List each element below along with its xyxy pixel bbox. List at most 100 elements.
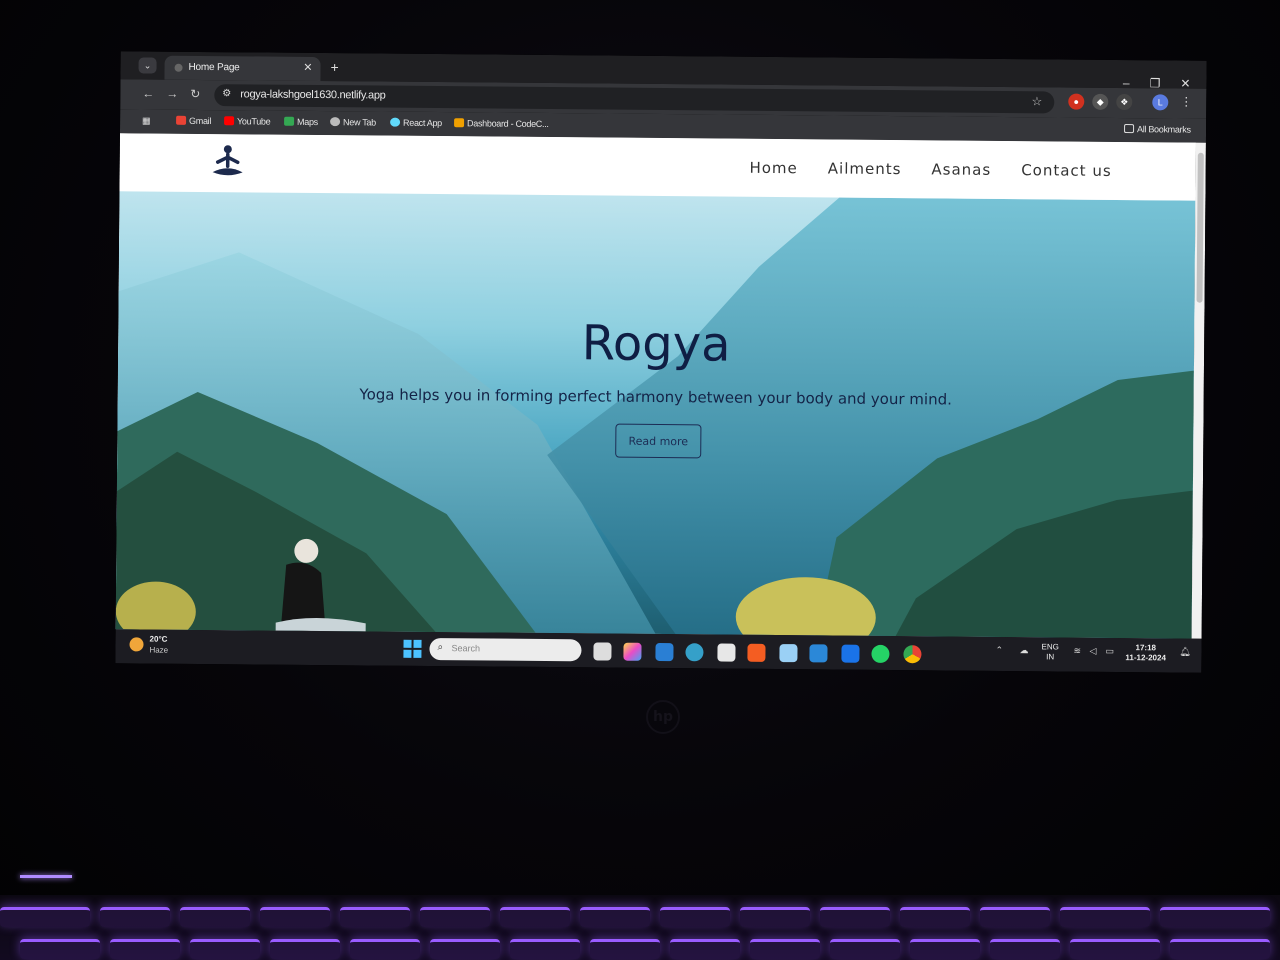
key [110,939,180,959]
key [270,939,340,959]
weather-temperature: 20°C [149,634,168,644]
search-icon: ⌕ [437,642,444,654]
nav-asanas[interactable]: Asanas [931,160,991,179]
browser-menu-icon[interactable]: ⋮ [1180,95,1192,109]
key [500,907,570,927]
address-bar[interactable]: ⚙ rogya-lakshgoel1630.netlify.app ☆ [214,84,1055,114]
key [990,939,1060,959]
chrome-taskbar-icon[interactable] [903,645,922,664]
youtube-icon [224,116,235,126]
codechef-icon [454,118,465,128]
wifi-icon[interactable]: ≋ [1073,646,1081,657]
status-led [20,875,72,878]
volume-icon[interactable]: ◁ [1089,646,1096,657]
copilot-icon[interactable] [623,642,642,661]
bookmark-maps[interactable]: Maps [284,116,318,127]
forward-icon[interactable]: → [166,87,178,101]
tab-home-page[interactable]: Home Page ✕ [164,55,321,82]
close-tab-icon[interactable]: ✕ [303,61,312,74]
key [260,907,330,927]
meditation-logo-icon[interactable] [208,142,248,182]
extension-icon[interactable]: ● [1068,93,1085,110]
reload-icon[interactable]: ↻ [190,87,200,101]
key [740,907,810,927]
apps-grid-icon[interactable]: ▦ [142,115,150,126]
key [190,939,260,959]
notification-bell-icon[interactable]: 🔔︎ [1179,647,1191,658]
key [430,939,500,959]
backlit-keyboard [0,895,1280,960]
mountain-background [115,197,1196,639]
key [1160,907,1270,927]
nav-home[interactable]: Home [749,159,797,177]
edge-icon[interactable] [685,643,704,662]
store-icon[interactable] [717,643,736,662]
calendar-app-icon[interactable] [841,644,860,663]
key [0,907,90,927]
key [350,939,420,959]
bookmark-star-icon[interactable]: ☆ [1031,94,1042,108]
nav-contact-us[interactable]: Contact us [1021,161,1112,180]
profile-avatar-icon[interactable]: L [1152,94,1169,111]
back-icon[interactable]: ← [142,86,154,100]
gmail-icon [176,115,187,125]
key [100,907,170,927]
shield-extension-icon[interactable]: ◆ [1092,93,1109,110]
region-code: IN [1046,652,1055,662]
bookmark-label: Dashboard - CodeC... [467,118,549,130]
key [340,907,410,927]
site-info-icon[interactable]: ⚙ [222,88,231,99]
language-code: ENG [1041,642,1059,652]
key [660,907,730,927]
vpn-icon[interactable] [779,644,798,663]
chrome-icon [330,117,341,127]
bookmark-dashboard[interactable]: Dashboard - CodeC... [454,118,549,129]
key [510,939,580,959]
read-more-button[interactable]: Read more [615,423,702,459]
nav-ailments[interactable]: Ailments [828,159,902,178]
scroll-thumb[interactable] [1196,152,1204,303]
brave-icon[interactable] [747,643,766,662]
battery-icon[interactable]: ▭ [1105,646,1114,657]
webpage: Home Ailments Asanas Contact us Rogya Yo… [115,133,1196,639]
puzzle-extensions-icon[interactable]: ❖ [1116,93,1133,111]
todo-icon[interactable] [809,644,828,663]
onedrive-icon[interactable]: ☁ [1019,645,1028,656]
language-indicator[interactable]: ENG IN [1041,642,1059,662]
search-placeholder: Search [451,643,481,654]
key [820,907,890,927]
system-clock[interactable]: 17:18 11-12-2024 [1125,643,1166,663]
tab-search-icon[interactable]: ⌄ [138,57,157,74]
key [180,907,250,927]
bookmark-label: Maps [297,116,318,127]
key [830,939,900,959]
new-tab-icon[interactable]: + [330,59,338,75]
hero-section: Rogya Yoga helps you in forming perfect … [115,191,1196,639]
weather-widget[interactable]: 20°C Haze [129,635,168,655]
tab-favicon-icon [174,63,183,72]
whatsapp-icon[interactable] [871,644,890,664]
all-bookmarks[interactable]: All Bookmarks [1124,124,1191,135]
task-view-icon[interactable] [593,642,612,661]
key [1070,939,1160,959]
nav-links: Home Ailments Asanas Contact us [749,159,1111,180]
key [20,939,100,959]
tray-chevron-icon[interactable]: ⌃ [995,645,1003,656]
windows-start-icon[interactable] [403,639,422,658]
key [900,907,970,927]
key [670,939,740,959]
clock-time: 17:18 [1135,643,1157,653]
bookmark-label: YouTube [237,116,271,127]
bookmark-new-tab[interactable]: New Tab [330,117,376,128]
hp-logo-icon: hp [646,700,680,734]
key [1060,907,1150,927]
vscode-icon[interactable] [655,642,674,662]
bookmark-react-app[interactable]: React App [390,117,442,128]
key [750,939,820,959]
tab-title: Home Page [188,61,240,74]
bookmark-gmail[interactable]: Gmail [176,115,211,126]
taskbar-search[interactable]: ⌕ Search [429,637,582,662]
bookmark-youtube[interactable]: YouTube [224,116,271,127]
hero-title: Rogya [581,315,731,373]
laptop-screen: ⌄ Home Page ✕ + – ❐ ✕ ← → ↻ ⚙ rogya-laks… [115,51,1207,673]
